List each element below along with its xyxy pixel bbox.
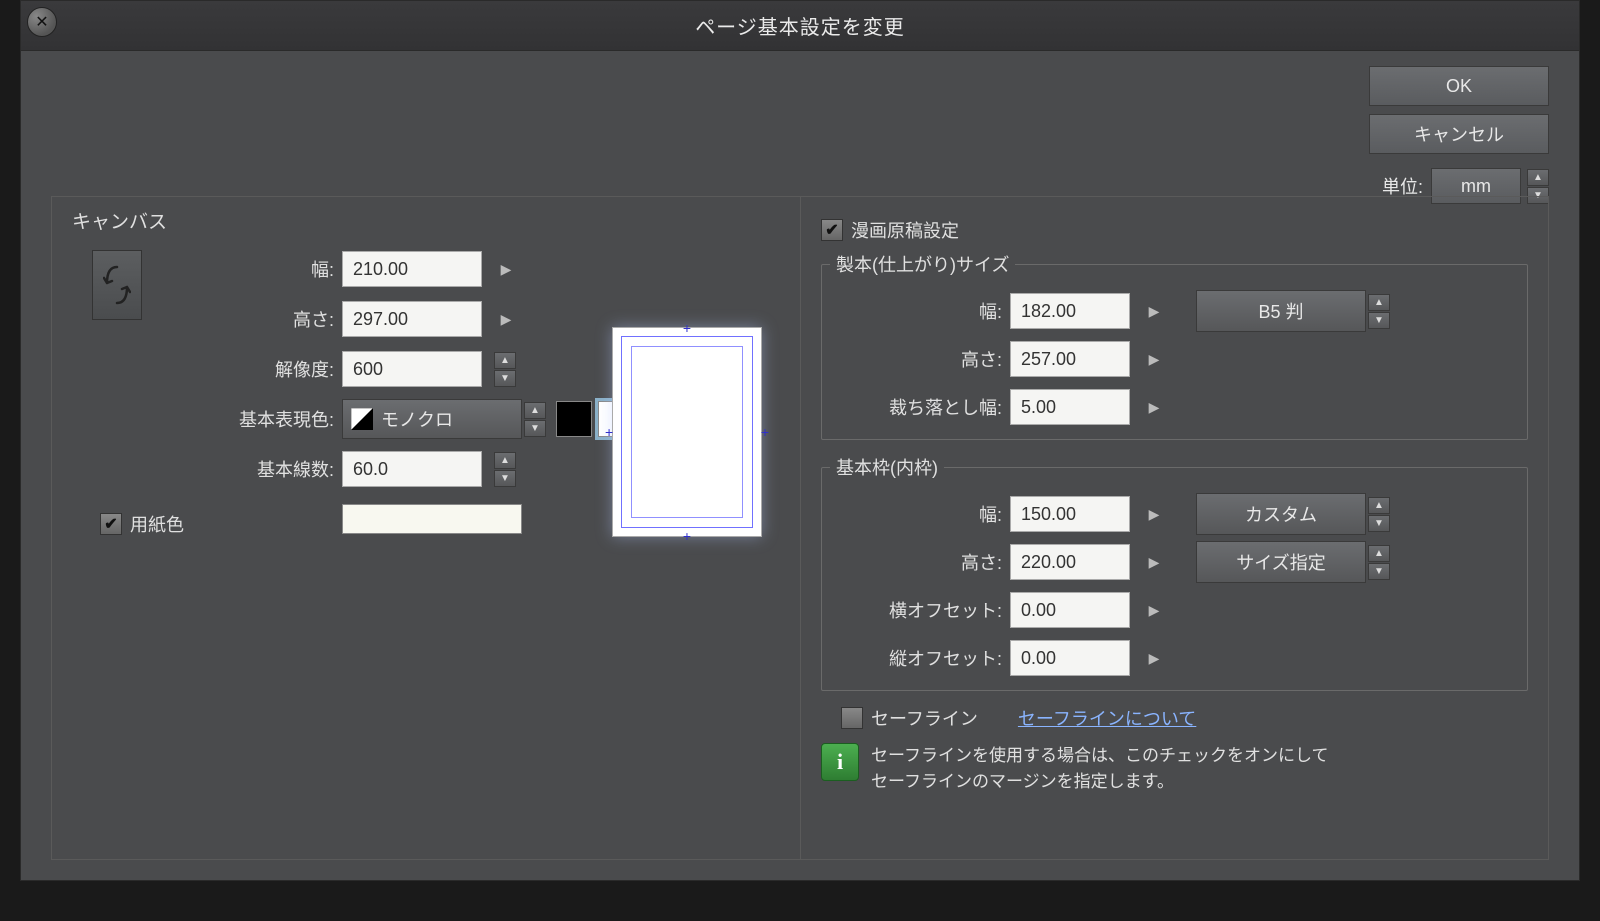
canvas-width-input[interactable]: 210.00 xyxy=(342,251,482,287)
binding-title: 製本(仕上がり)サイズ xyxy=(830,251,1015,277)
bleed-label: 裁ち落とし幅: xyxy=(830,394,1010,420)
close-button[interactable]: ✕ xyxy=(27,7,57,37)
titlebar: ✕ ページ基本設定を変更 xyxy=(21,1,1579,51)
frame-preset-stepper[interactable]: ▲▼ xyxy=(1368,497,1390,532)
binding-height-label: 高さ: xyxy=(830,346,1010,372)
cropmark-right: + xyxy=(761,424,769,440)
binding-preset-combo[interactable]: B5 判 xyxy=(1196,290,1366,332)
dialog-window: ✕ ページ基本設定を変更 OK キャンセル 単位: mm ▲ ▼ キャンバス xyxy=(20,0,1580,881)
bleed-input[interactable]: 5.00 xyxy=(1010,389,1130,425)
orientation-button[interactable] xyxy=(92,250,142,320)
binding-height-input[interactable]: 257.00 xyxy=(1010,341,1130,377)
safeline-link[interactable]: セーフラインについて xyxy=(1018,705,1196,731)
canvas-title: キャンバス xyxy=(72,207,780,234)
top-right-controls: OK キャンセル 単位: mm ▲ ▼ xyxy=(1349,66,1549,204)
rotate-icon xyxy=(103,265,131,305)
manga-section: 漫画原稿設定 製本(仕上がり)サイズ 幅: 182.00 ▶ B5 判 ▲▼ 高… xyxy=(800,197,1548,859)
cancel-button[interactable]: キャンセル xyxy=(1369,114,1549,154)
frame-group: 基本枠(内枠) 幅: 150.00 ▶ カスタム ▲▼ 高さ: 220.00 ▶… xyxy=(821,454,1528,691)
cropmark-top: + xyxy=(683,320,691,336)
info-icon: i xyxy=(821,743,859,781)
width-label: 幅: xyxy=(142,256,342,282)
yoffset-menu[interactable]: ▶ xyxy=(1142,646,1166,670)
width-menu-button[interactable]: ▶ xyxy=(494,257,518,281)
binding-width-input[interactable]: 182.00 xyxy=(1010,293,1130,329)
frame-height-menu[interactable]: ▶ xyxy=(1142,550,1166,574)
paper-color-well[interactable] xyxy=(342,504,522,534)
basic-color-label: 基本表現色: xyxy=(142,406,342,432)
xoffset-input[interactable]: 0.00 xyxy=(1010,592,1130,628)
safeline-info: i セーフラインを使用する場合は、このチェックをオンにして セーフラインのマージ… xyxy=(821,743,1528,794)
frame-mode-combo[interactable]: サイズ指定 xyxy=(1196,541,1366,583)
safeline-info-line1: セーフラインを使用する場合は、このチェックをオンにして xyxy=(871,743,1328,769)
frame-title: 基本枠(内枠) xyxy=(830,454,944,480)
canvas-height-input[interactable]: 297.00 xyxy=(342,301,482,337)
safeline-info-line2: セーフラインのマージンを指定します。 xyxy=(871,769,1328,795)
cropmark-left: + xyxy=(605,424,613,440)
screen-freq-stepper[interactable]: ▲▼ xyxy=(494,452,516,487)
yoffset-input[interactable]: 0.00 xyxy=(1010,640,1130,676)
frame-width-menu[interactable]: ▶ xyxy=(1142,502,1166,526)
binding-group: 製本(仕上がり)サイズ 幅: 182.00 ▶ B5 判 ▲▼ 高さ: 257.… xyxy=(821,251,1528,440)
dialog-title: ページ基本設定を変更 xyxy=(695,11,905,40)
xoffset-menu[interactable]: ▶ xyxy=(1142,598,1166,622)
page-preview: + + + + xyxy=(612,327,762,537)
ok-button[interactable]: OK xyxy=(1369,66,1549,106)
screen-freq-label: 基本線数: xyxy=(142,456,342,482)
binding-width-menu[interactable]: ▶ xyxy=(1142,299,1166,323)
swatch-black[interactable] xyxy=(556,401,592,437)
resolution-label: 解像度: xyxy=(142,356,342,382)
frame-mode-stepper[interactable]: ▲▼ xyxy=(1368,545,1390,580)
bleed-menu[interactable]: ▶ xyxy=(1142,395,1166,419)
binding-width-label: 幅: xyxy=(830,298,1010,324)
resolution-stepper[interactable]: ▲▼ xyxy=(494,352,516,387)
binding-preset-stepper[interactable]: ▲▼ xyxy=(1368,294,1390,329)
chevron-up-icon[interactable]: ▲ xyxy=(1527,169,1549,186)
resolution-input[interactable]: 600 xyxy=(342,351,482,387)
xoffset-label: 横オフセット: xyxy=(830,597,1010,623)
height-menu-button[interactable]: ▶ xyxy=(494,307,518,331)
cropmark-bottom: + xyxy=(683,528,691,544)
binding-height-menu[interactable]: ▶ xyxy=(1142,347,1166,371)
monochrome-icon xyxy=(351,408,373,430)
paper-color-label: 用紙色 xyxy=(130,511,184,537)
screen-freq-input[interactable]: 60.0 xyxy=(342,451,482,487)
frame-preset-combo[interactable]: カスタム xyxy=(1196,493,1366,535)
basic-color-stepper[interactable]: ▲▼ xyxy=(524,402,546,437)
frame-height-label: 高さ: xyxy=(830,549,1010,575)
manga-enable-checkbox[interactable] xyxy=(821,219,843,241)
canvas-section: キャンバス 幅: 210.00 ▶ 高さ: 297.00 ▶ xyxy=(52,197,800,859)
safeline-label: セーフライン xyxy=(871,705,978,731)
frame-width-label: 幅: xyxy=(830,501,1010,527)
manga-enable-label: 漫画原稿設定 xyxy=(851,217,959,243)
content-area: キャンバス 幅: 210.00 ▶ 高さ: 297.00 ▶ xyxy=(51,196,1549,860)
frame-height-input[interactable]: 220.00 xyxy=(1010,544,1130,580)
height-label: 高さ: xyxy=(142,306,342,332)
basic-color-combo[interactable]: モノクロ xyxy=(342,399,522,439)
frame-width-input[interactable]: 150.00 xyxy=(1010,496,1130,532)
yoffset-label: 縦オフセット: xyxy=(830,645,1010,671)
safeline-checkbox[interactable] xyxy=(841,707,863,729)
paper-color-checkbox[interactable] xyxy=(100,513,122,535)
